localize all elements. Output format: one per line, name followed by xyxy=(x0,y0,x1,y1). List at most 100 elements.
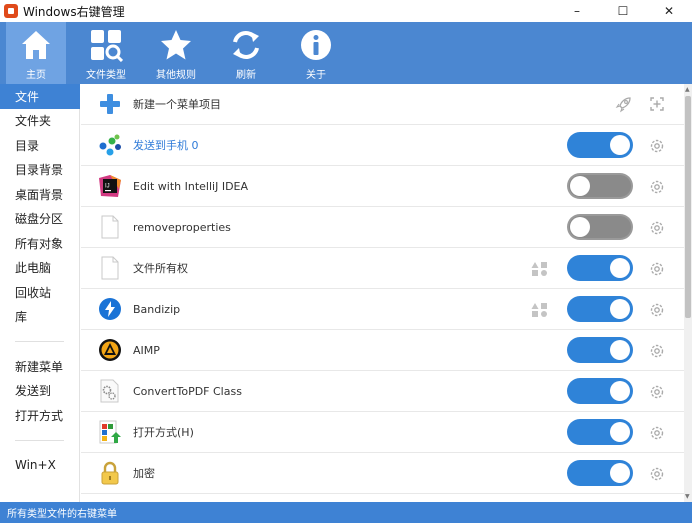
app-icon xyxy=(4,4,18,18)
gear-icon[interactable] xyxy=(648,424,666,442)
toggle-knob xyxy=(610,299,630,319)
toolbar-about-label: 关于 xyxy=(306,70,326,81)
toggle-knob xyxy=(610,135,630,155)
toolbar-file-types-label: 文件类型 xyxy=(86,70,126,81)
minimize-button[interactable]: – xyxy=(554,0,600,22)
enable-toggle[interactable] xyxy=(567,132,633,158)
gear-icon[interactable] xyxy=(648,219,666,237)
toolbar-home-label: 主页 xyxy=(26,70,46,81)
list-item-label: AIMP xyxy=(133,343,160,357)
scroll-thumb[interactable] xyxy=(685,96,691,318)
enable-toggle[interactable] xyxy=(567,460,633,486)
status-bar: 所有类型文件的右键菜单 xyxy=(0,502,692,523)
list-item-label: 打开方式(H) xyxy=(133,426,194,439)
sidebar-item-library[interactable]: 库 xyxy=(0,305,79,330)
list-item[interactable]: removeproperties xyxy=(81,207,684,248)
title-bar: Windows右键管理 – ☐ ✕ xyxy=(0,0,692,22)
sidebar-item-desktop-background[interactable]: 桌面背景 xyxy=(0,182,79,207)
plus-icon xyxy=(97,91,123,117)
sidebar-item-open-with[interactable]: 打开方式 xyxy=(0,403,79,428)
gear-icon[interactable] xyxy=(648,137,666,155)
sidebar-item-this-pc[interactable]: 此电脑 xyxy=(0,256,79,281)
list-item[interactable]: Bandizip xyxy=(81,289,684,330)
toggle-knob xyxy=(570,217,590,237)
open-with-icon xyxy=(97,419,123,445)
sidebar-divider xyxy=(15,341,64,342)
window-title: Windows右键管理 xyxy=(23,4,125,19)
close-button[interactable]: ✕ xyxy=(646,0,692,22)
file-type-search-icon xyxy=(91,30,123,62)
gear-icon[interactable] xyxy=(648,260,666,278)
shapes-icon[interactable] xyxy=(531,301,549,319)
sidebar-item-disk-partition[interactable]: 磁盘分区 xyxy=(0,207,79,232)
enable-toggle[interactable] xyxy=(567,255,633,281)
enable-toggle[interactable] xyxy=(567,419,633,445)
toolbar-refresh-label: 刷新 xyxy=(236,70,256,81)
shapes-icon[interactable] xyxy=(531,260,549,278)
sidebar-item-folder[interactable]: 文件夹 xyxy=(0,109,79,134)
maximize-button[interactable]: ☐ xyxy=(600,0,646,22)
sidebar-item-send-to[interactable]: 发送到 xyxy=(0,379,79,404)
list-item-label: 发送到手机 0 xyxy=(133,139,199,152)
list-item[interactable]: IJ Edit with IntelliJ IDEA xyxy=(81,166,684,207)
sidebar-item-recycle-bin[interactable]: 回收站 xyxy=(0,280,79,305)
list-item[interactable]: 加密 xyxy=(81,453,684,494)
gear-icon[interactable] xyxy=(648,342,666,360)
sidebar-item-directory-background[interactable]: 目录背景 xyxy=(0,158,79,183)
blank-file-icon xyxy=(97,255,123,281)
list-item[interactable]: 打开方式(H) xyxy=(81,412,684,453)
lock-icon xyxy=(97,460,123,486)
toolbar-other-rules[interactable]: 其他规则 xyxy=(146,22,206,84)
scroll-down-arrow-icon[interactable]: ▼ xyxy=(685,493,690,500)
enable-toggle[interactable] xyxy=(567,296,633,322)
sidebar-item-all-objects[interactable]: 所有对象 xyxy=(0,231,79,256)
gears-file-icon xyxy=(97,378,123,404)
svg-text:IJ: IJ xyxy=(105,184,110,190)
list-item[interactable]: ConvertToPDF Class xyxy=(81,371,684,412)
sidebar-item-win-x[interactable]: Win+X xyxy=(0,453,79,478)
enable-toggle[interactable] xyxy=(567,337,633,363)
enable-toggle[interactable] xyxy=(567,378,633,404)
enable-toggle[interactable] xyxy=(567,214,633,240)
toolbar-other-rules-label: 其他规则 xyxy=(156,70,196,81)
toggle-knob xyxy=(610,463,630,483)
intellij-idea-icon: IJ xyxy=(97,173,123,199)
gear-icon[interactable] xyxy=(648,178,666,196)
toggle-knob xyxy=(610,340,630,360)
gear-icon[interactable] xyxy=(648,465,666,483)
toolbar-about[interactable]: 关于 xyxy=(286,22,346,84)
list-item[interactable]: AIMP xyxy=(81,330,684,371)
gear-icon[interactable] xyxy=(648,383,666,401)
bandizip-icon xyxy=(97,296,123,322)
list-item-label: 加密 xyxy=(133,467,155,480)
toolbar-home[interactable]: 主页 xyxy=(6,22,66,84)
enable-toggle[interactable] xyxy=(567,173,633,199)
info-icon xyxy=(301,30,331,60)
vertical-scrollbar[interactable]: ▲ ▼ xyxy=(684,84,692,502)
menu-item-list: 新建一个菜单项目 发送到手机 0 IJ Edit with IntelliJ I… xyxy=(81,84,684,502)
star-icon xyxy=(161,30,191,60)
toggle-knob xyxy=(610,381,630,401)
list-item-label: 文件所有权 xyxy=(133,262,188,275)
list-item-label: removeproperties xyxy=(133,220,231,234)
toolbar-refresh[interactable]: 刷新 xyxy=(216,22,276,84)
list-item-label: ConvertToPDF Class xyxy=(133,384,242,398)
sidebar: 文件 文件夹 目录 目录背景 桌面背景 磁盘分区 所有对象 此电脑 回收站 库 … xyxy=(0,84,80,502)
list-item[interactable]: 文件所有权 xyxy=(81,248,684,289)
sidebar-item-directory[interactable]: 目录 xyxy=(0,133,79,158)
sidebar-item-file[interactable]: 文件 xyxy=(0,84,80,109)
toggle-knob xyxy=(570,176,590,196)
scroll-up-arrow-icon[interactable]: ▲ xyxy=(685,86,690,93)
sidebar-item-new-menu[interactable]: 新建菜单 xyxy=(0,354,79,379)
send-to-phone-icon xyxy=(97,132,123,158)
rocket-icon[interactable] xyxy=(615,95,633,113)
home-icon xyxy=(22,31,50,59)
toolbar-file-types[interactable]: 文件类型 xyxy=(76,22,136,84)
window-controls: – ☐ ✕ xyxy=(554,0,692,22)
list-item[interactable]: 发送到手机 0 xyxy=(81,125,684,166)
status-text: 所有类型文件的右键菜单 xyxy=(7,509,117,520)
refresh-icon xyxy=(233,31,259,59)
add-target-icon[interactable] xyxy=(648,95,666,113)
new-item-row[interactable]: 新建一个菜单项目 xyxy=(81,84,684,125)
gear-icon[interactable] xyxy=(648,301,666,319)
